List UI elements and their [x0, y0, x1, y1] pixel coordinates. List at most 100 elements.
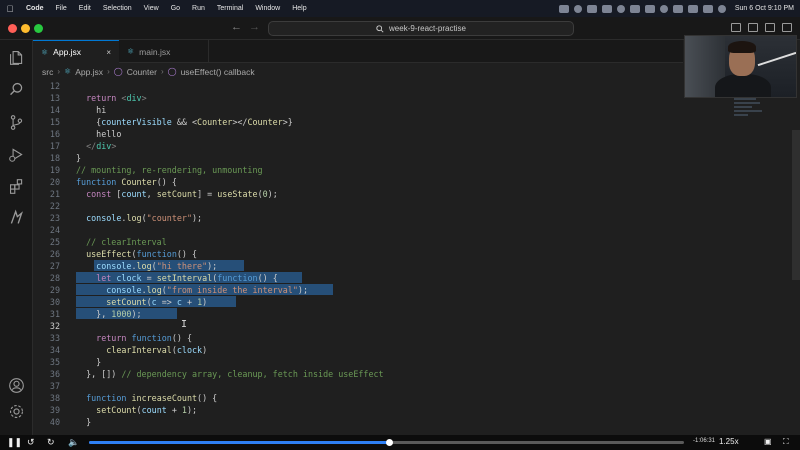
close-icon[interactable]: × [106, 48, 111, 57]
editor-scrollbar[interactable] [792, 130, 800, 280]
react-icon: ⚛ [64, 67, 72, 76]
status-icon-8[interactable] [659, 4, 668, 13]
control-center-icon[interactable] [702, 4, 713, 13]
line-number: 13 [49, 93, 60, 103]
status-icon-7[interactable] [644, 4, 655, 13]
caption-icon[interactable]: ▣ [764, 437, 772, 446]
progress-knob[interactable] [385, 439, 393, 446]
status-icon-6[interactable] [629, 4, 640, 13]
code-line: setCount(count + 1); [96, 405, 198, 415]
arrow-right-icon[interactable]: → [249, 21, 260, 33]
line-number: 19 [49, 165, 60, 175]
code-line: // clearInterval [76, 237, 167, 247]
chevron-right-icon: › [160, 67, 164, 76]
explorer-icon[interactable] [7, 48, 25, 66]
forward-icon[interactable]: ↻ [47, 437, 55, 448]
menu-window[interactable]: Window [249, 5, 286, 12]
source-control-icon[interactable] [7, 113, 25, 131]
menu-file[interactable]: File [50, 5, 73, 12]
menu-go[interactable]: Go [165, 5, 186, 12]
window-minimize-button[interactable] [21, 24, 30, 33]
line-number: 26 [49, 249, 60, 259]
search-icon[interactable] [687, 4, 698, 13]
code-editor[interactable]: 12 13 14 15 16 17 18 19 20 21 22 23 24 2… [33, 80, 790, 435]
status-icon-4[interactable] [601, 4, 612, 13]
command-center-text: week-9-react-practise [389, 24, 466, 33]
customize-layout-icon[interactable] [782, 23, 792, 32]
extensions-icon[interactable] [7, 177, 25, 195]
code-line: }, []) // dependency array, cleanup, fet… [76, 369, 384, 379]
react-icon: ⚛ [127, 47, 135, 56]
settings-gear-icon[interactable] [7, 402, 25, 420]
account-icon[interactable] [7, 376, 25, 394]
menu-terminal[interactable]: Terminal [211, 5, 249, 12]
status-icon-1[interactable] [558, 4, 569, 13]
search-icon[interactable] [7, 80, 25, 98]
volume-icon[interactable]: 🔈 [68, 437, 79, 448]
tab-main-jsx[interactable]: ⚛ main.jsx [119, 40, 209, 63]
code-line: function increaseCount() { [86, 393, 218, 403]
minimap[interactable] [734, 94, 784, 124]
arrow-left-icon[interactable]: ← [231, 21, 242, 33]
breadcrumb-item[interactable]: App.jsx [75, 67, 103, 77]
wifi-icon[interactable] [672, 4, 683, 13]
editor-tab-bar: ⚛ App.jsx × ⚛ main.jsx [33, 40, 683, 63]
line-number: 33 [49, 333, 60, 343]
breadcrumb-item[interactable]: useEffect() callback [181, 67, 255, 77]
code-line: // mounting, re-rendering, unmounting [76, 165, 263, 175]
symbol-icon: ◯ [167, 67, 177, 76]
run-debug-icon[interactable] [7, 145, 25, 163]
menu-clock[interactable]: Sun 6 Oct 9:10 PM [735, 5, 794, 12]
line-number: 30 [49, 297, 60, 307]
line-number-current: 32 [49, 321, 60, 331]
apple-icon[interactable]:  [0, 4, 20, 14]
menu-app-name[interactable]: Code [20, 5, 50, 12]
line-number: 18 [49, 153, 60, 163]
code-line: useEffect(function() { [86, 249, 198, 259]
video-player-bar: ❚❚ ↺ ↻ 🔈 -1:06:31 1.25x ▣ ⛶ [0, 435, 800, 450]
code-line: {counterVisible && <Counter></Counter>} [76, 117, 293, 127]
code-line: hi [76, 105, 107, 115]
toggle-primary-sidebar-icon[interactable] [731, 23, 741, 32]
line-number: 15 [49, 117, 60, 127]
command-center-search[interactable]: week-9-react-practise [268, 21, 574, 36]
webcam-overlay [684, 35, 797, 98]
progress-bar[interactable] [89, 439, 684, 446]
window-zoom-button[interactable] [34, 24, 43, 33]
playback-speed[interactable]: 1.25x [719, 437, 739, 446]
window-close-button[interactable] [8, 24, 17, 33]
menu-run[interactable]: Run [186, 5, 211, 12]
menu-edit[interactable]: Edit [73, 5, 97, 12]
line-number: 39 [49, 405, 60, 415]
status-icon-3[interactable] [586, 4, 597, 13]
menu-help[interactable]: Help [286, 5, 312, 12]
pause-icon[interactable]: ❚❚ [7, 437, 22, 448]
code-line: return function() { [96, 333, 192, 343]
line-number: 31 [49, 309, 60, 319]
line-number: 28 [49, 273, 60, 283]
custom-extension-icon[interactable] [7, 208, 25, 226]
tab-app-jsx[interactable]: ⚛ App.jsx × [33, 40, 119, 63]
line-number: 35 [49, 357, 60, 367]
menu-view[interactable]: View [138, 5, 165, 12]
breadcrumb-item[interactable]: Counter [127, 67, 157, 77]
siri-icon[interactable] [717, 4, 726, 13]
line-number: 36 [49, 369, 60, 379]
line-number: 23 [49, 213, 60, 223]
line-number: 25 [49, 237, 60, 247]
search-icon [376, 24, 384, 33]
toggle-secondary-sidebar-icon[interactable] [765, 23, 775, 32]
code-line: } [76, 417, 92, 427]
fullscreen-icon[interactable]: ⛶ [783, 437, 789, 447]
code-line: function Counter() { [76, 177, 177, 187]
progress-fill [89, 441, 389, 444]
rewind-icon[interactable]: ↺ [27, 437, 35, 448]
status-icon-5[interactable] [616, 4, 625, 13]
title-bar: ← → week-9-react-practise [0, 17, 800, 40]
breadcrumb-item[interactable]: src [42, 67, 53, 77]
menu-selection[interactable]: Selection [97, 5, 138, 12]
line-number: 27 [49, 261, 60, 271]
code-line: console.log("counter"); [86, 213, 203, 223]
toggle-panel-icon[interactable] [748, 23, 758, 32]
status-icon-2[interactable] [573, 4, 582, 13]
